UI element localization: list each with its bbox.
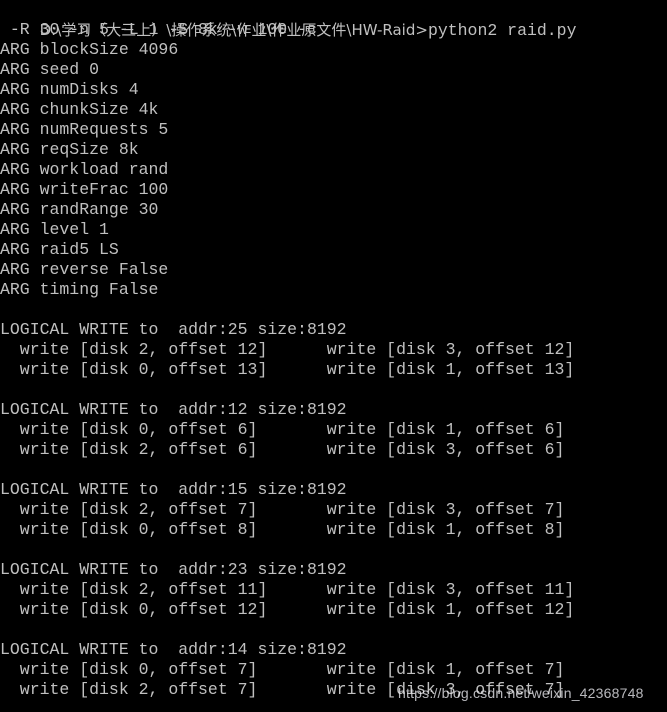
logical-write-header-3: LOGICAL WRITE to addr:15 size:8192 — [0, 480, 347, 499]
logical-write-header-5: LOGICAL WRITE to addr:14 size:8192 — [0, 640, 347, 659]
arg-line-level: ARG level 1 — [0, 220, 109, 239]
disk-write-row: write [disk 2, offset 12] write [disk 3,… — [0, 340, 575, 359]
disk-write-row: write [disk 0, offset 12] write [disk 1,… — [0, 600, 575, 619]
logical-write-header-4: LOGICAL WRITE to addr:23 size:8192 — [0, 560, 347, 579]
arg-line-numDisks: ARG numDisks 4 — [0, 80, 139, 99]
disk-write-row: write [disk 2, offset 6] write [disk 3, … — [0, 440, 565, 459]
arg-line-randRange: ARG randRange 30 — [0, 200, 159, 219]
disk-write-row: write [disk 2, offset 7] write [disk 3, … — [0, 500, 565, 519]
disk-write-row: write [disk 2, offset 11] write [disk 3,… — [0, 580, 575, 599]
arg-line-workload: ARG workload rand — [0, 160, 169, 179]
arg-line-reqSize: ARG reqSize 8k — [0, 140, 139, 159]
disk-write-row: write [disk 0, offset 6] write [disk 1, … — [0, 420, 565, 439]
arg-line-blockSize: ARG blockSize 4096 — [0, 40, 179, 59]
terminal-window[interactable]: D:\学习（大三上）\操作系统\作业\作业原文件\HW-Raid>python2… — [0, 0, 667, 712]
disk-write-row: write [disk 2, offset 7] write [disk 3, … — [0, 680, 565, 699]
logical-write-header-2: LOGICAL WRITE to addr:12 size:8192 — [0, 400, 347, 419]
arg-line-writeFrac: ARG writeFrac 100 — [0, 180, 169, 199]
arg-line-chunkSize: ARG chunkSize 4k — [0, 100, 159, 119]
arg-line-numRequests: ARG numRequests 5 — [0, 120, 169, 139]
prompt-command: python2 raid.py — [427, 21, 577, 40]
arg-line-raid5: ARG raid5 LS — [0, 240, 119, 259]
disk-write-row: write [disk 0, offset 13] write [disk 1,… — [0, 360, 575, 379]
arg-line-seed: ARG seed 0 — [0, 60, 100, 79]
logical-write-header-1: LOGICAL WRITE to addr:25 size:8192 — [0, 320, 347, 339]
disk-write-row: write [disk 0, offset 7] write [disk 1, … — [0, 660, 565, 679]
disk-write-row: write [disk 0, offset 8] write [disk 1, … — [0, 520, 565, 539]
arg-line-reverse: ARG reverse False — [0, 260, 169, 279]
prompt-line: D:\学习（大三上）\操作系统\作业\作业原文件\HW-Raid>python2… — [0, 0, 667, 40]
arg-line-timing: ARG timing False — [0, 280, 159, 299]
